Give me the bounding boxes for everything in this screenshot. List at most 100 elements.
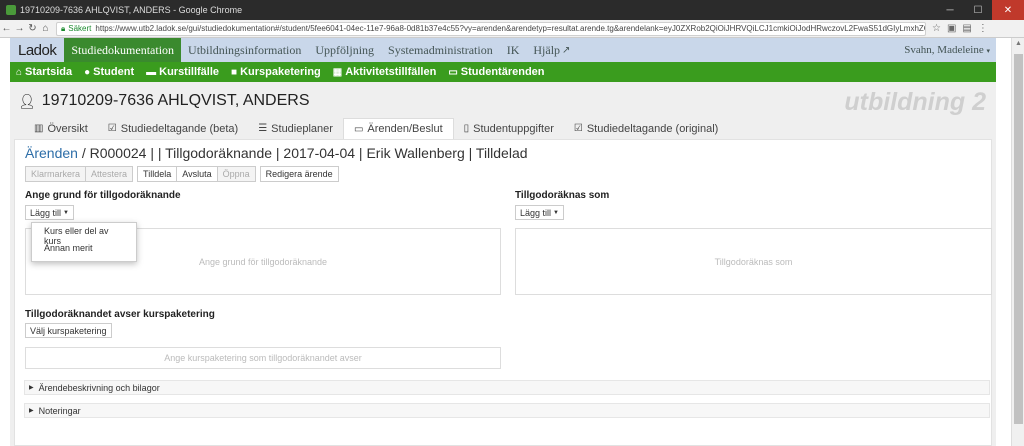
user-icon: 👤︎	[18, 92, 36, 109]
maximize-button[interactable]: ☐	[964, 0, 992, 20]
folder-icon: ■	[231, 66, 238, 78]
menu-item-annan-merit[interactable]: Annan merit	[32, 240, 136, 257]
action-buttons: Klarmarkera Attestera Tilldela Avsluta Ö…	[25, 166, 339, 182]
extension-icon[interactable]: ▣	[947, 23, 956, 34]
subnav-kurstillfalle-label: Kurstillfälle	[159, 66, 220, 78]
avsluta-button[interactable]: Avsluta	[177, 166, 218, 182]
tab-studentuppgifter[interactable]: ▯ Studentuppgifter	[454, 118, 564, 139]
oppna-button[interactable]: Öppna	[217, 166, 256, 182]
back-icon[interactable]: ←	[0, 23, 13, 34]
grund-add-dropdown[interactable]: Lägg till ▼	[25, 205, 74, 220]
calendar-icon: ▦	[332, 66, 343, 78]
book-icon: ▬	[146, 66, 157, 78]
nav-studiedokumentation[interactable]: Studiedokumentation	[64, 38, 182, 62]
file-icon: ▯	[463, 123, 470, 134]
grund-title: Ange grund för tillgodoräknande	[25, 190, 181, 201]
reload-icon[interactable]: ↻	[26, 23, 39, 34]
caret-right-icon: ▶	[29, 385, 34, 391]
section-arendebeskrivning-label: Ärendebeskrivning och bilagor	[38, 382, 160, 393]
external-link-icon: ↗	[562, 44, 571, 56]
ladok-logo[interactable]: Ladok	[10, 42, 64, 59]
breadcrumb-arenden-link[interactable]: Ärenden	[25, 145, 78, 161]
bookmark-star-icon[interactable]: ☆	[932, 23, 941, 34]
nav-hjalp-label: Hjälp	[533, 42, 561, 57]
check-square-icon: ☑	[573, 123, 583, 134]
subnav-kurspaketering[interactable]: ■ Kurspaketering	[231, 66, 321, 78]
student-header: 👤︎ 19710209-7636 AHLQVIST, ANDERS	[18, 92, 310, 110]
scrollbar-thumb[interactable]	[1014, 54, 1023, 424]
list-icon: ☰	[258, 123, 268, 134]
url-text: https://www.utb2.ladok.se/gui/studiedoku…	[95, 24, 926, 33]
arende-panel: Ärenden / R000024 | | Tillgodoräknande |…	[14, 139, 992, 446]
section-noteringar[interactable]: ▶ Noteringar	[24, 403, 990, 418]
pdf-extension-icon[interactable]: ▤	[962, 23, 971, 34]
close-window-button[interactable]: ✕	[992, 0, 1024, 20]
scroll-up-icon[interactable]: ▲	[1015, 40, 1022, 47]
klarmarkera-button[interactable]: Klarmarkera	[25, 166, 87, 182]
page-scrollbar[interactable]: ▲	[1011, 38, 1024, 446]
tab-arenden-beslut[interactable]: ▭ Ärenden/Beslut	[342, 118, 454, 139]
inbox-icon: ▭	[448, 66, 458, 78]
caret-right-icon: ▶	[29, 408, 34, 414]
home-icon[interactable]: ⌂	[39, 23, 52, 34]
tab-studiedeltagande-beta[interactable]: ☑ Studiedeltagande (beta)	[98, 118, 248, 139]
subnav-startsida[interactable]: ⌂ Startsida	[16, 66, 72, 78]
valj-kurspaketering-button[interactable]: Välj kurspaketering	[25, 323, 112, 338]
tilldela-button[interactable]: Tilldela	[137, 166, 178, 182]
main-content: 👤︎ 19710209-7636 AHLQVIST, ANDERS utbild…	[10, 82, 996, 446]
secure-label: Säkert	[68, 24, 92, 33]
address-bar-row: ← → ↻ ⌂ 🔒︎ Säkert https://www.utb2.ladok…	[0, 20, 1024, 38]
browser-titlebar: 19710209-7636 AHLQVIST, ANDERS - Google …	[0, 0, 1024, 20]
nav-systemadministration[interactable]: Systemadministration	[381, 38, 500, 62]
forward-icon[interactable]: →	[13, 23, 26, 34]
section-arendebeskrivning[interactable]: ▶ Ärendebeskrivning och bilagor	[24, 380, 990, 395]
check-square-icon: ☑	[107, 123, 117, 134]
nav-ik[interactable]: IK	[500, 38, 527, 62]
caret-down-icon: ▼	[553, 209, 559, 216]
tab-oversikt-label: Översikt	[47, 122, 88, 135]
caret-down-icon: ▼	[63, 209, 69, 216]
tillgodo-add-label: Lägg till	[520, 207, 552, 218]
subnav-studentarenden[interactable]: ▭ Studentärenden	[448, 66, 544, 78]
chrome-icon	[6, 5, 16, 15]
subnav-kurspaketering-label: Kurspaketering	[240, 66, 321, 78]
home-icon: ⌂	[16, 66, 23, 78]
minimize-button[interactable]: ─	[936, 0, 964, 20]
nav-uppfoljning[interactable]: Uppföljning	[308, 38, 381, 62]
environment-label: utbildning 2	[844, 88, 986, 116]
user-icon: ●	[84, 66, 91, 78]
tillgodo-title: Tillgodoräknas som	[515, 190, 610, 201]
nav-utbildningsinformation[interactable]: Utbildningsinformation	[181, 38, 308, 62]
kurspaketering-field[interactable]: Ange kurspaketering som tillgodoräknande…	[25, 347, 501, 369]
subnav-kurstillfalle[interactable]: ▬ Kurstillfälle	[146, 66, 219, 78]
tab-studiedeltagande-original[interactable]: ☑ Studiedeltagande (original)	[564, 118, 728, 139]
nav-hjalp[interactable]: Hjälp ↗	[526, 38, 577, 62]
attestera-button[interactable]: Attestera	[86, 166, 134, 182]
subnav-student[interactable]: ● Student	[84, 66, 134, 78]
tab-studieplaner[interactable]: ☰ Studieplaner	[248, 118, 343, 139]
lock-icon: 🔒︎	[61, 23, 66, 33]
tillgodo-add-dropdown[interactable]: Lägg till ▼	[515, 205, 564, 220]
student-name: 19710209-7636 AHLQVIST, ANDERS	[41, 92, 310, 109]
tab-studieplaner-label: Studieplaner	[271, 122, 333, 135]
breadcrumb-rest: / R000024 | | Tillgodoräknande | 2017-04…	[77, 145, 528, 161]
subnav-student-label: Student	[93, 66, 135, 78]
user-name: Svahn, Madeleine	[904, 44, 984, 56]
url-input[interactable]: 🔒︎ Säkert https://www.utb2.ladok.se/gui/…	[56, 21, 926, 36]
tab-oversikt[interactable]: ▥ Översikt	[24, 118, 98, 139]
menu-item-kurs[interactable]: Kurs eller del av kurs	[32, 223, 136, 246]
caret-down-icon: ▾	[986, 47, 990, 55]
user-menu[interactable]: Svahn, Madeleine ▾	[904, 44, 996, 56]
subnav-aktivitetstillfallen-label: Aktivitetstillfällen	[345, 66, 437, 78]
breadcrumb: Ärenden / R000024 | | Tillgodoräknande |…	[25, 145, 528, 161]
menu-icon[interactable]: ⋮	[978, 23, 988, 34]
student-tabs: ▥ Översikt ☑ Studiedeltagande (beta) ☰ Stud…	[24, 118, 728, 139]
inbox-icon: ▭	[353, 123, 364, 135]
section-noteringar-label: Noteringar	[38, 405, 81, 416]
redigera-arende-button[interactable]: Redigera ärende	[259, 166, 339, 182]
tillgodo-dropzone[interactable]: Tillgodoräknas som	[515, 228, 992, 295]
subnav-aktivitetstillfallen[interactable]: ▦ Aktivitetstillfällen	[333, 66, 437, 78]
tab-studentuppgifter-label: Studentuppgifter	[473, 122, 554, 135]
grund-add-menu: Kurs eller del av kurs Annan merit	[31, 222, 137, 262]
sub-navigation: ⌂ Startsida ● Student ▬ Kurstillfälle ■ Kurs…	[10, 62, 996, 82]
